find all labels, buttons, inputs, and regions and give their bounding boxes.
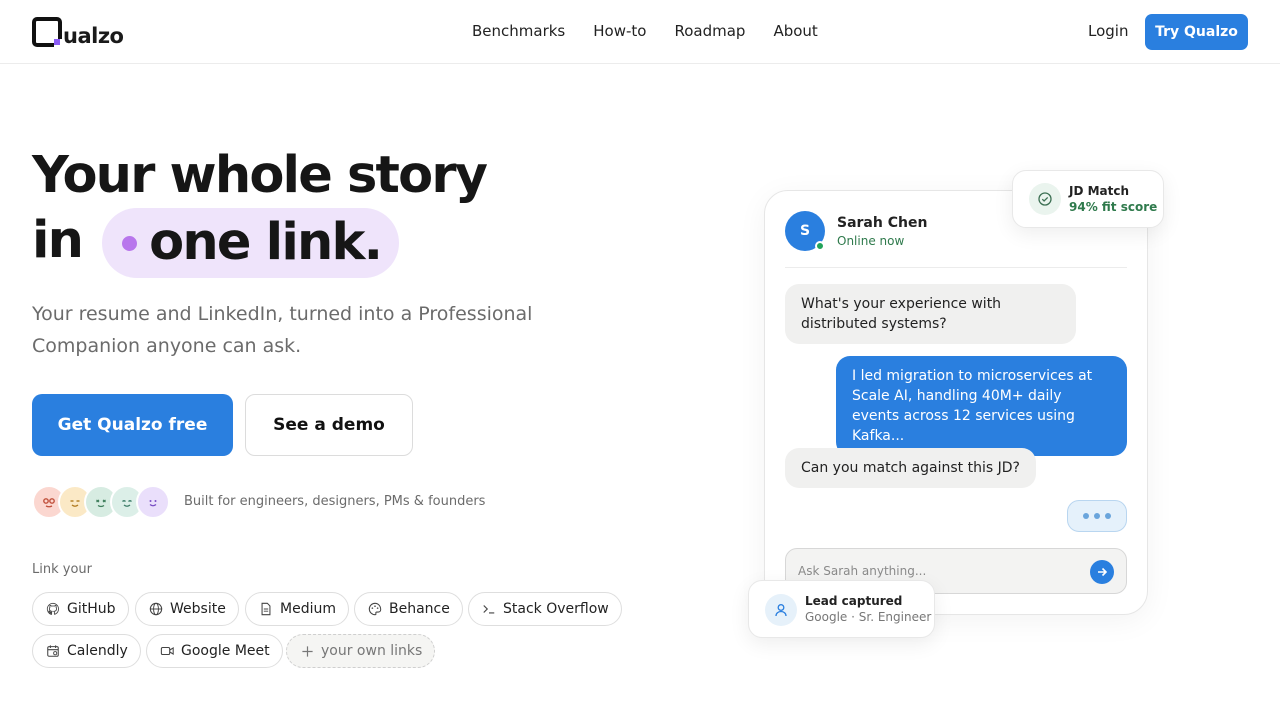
face-icon <box>70 500 80 507</box>
highlight-pill: one link. <box>102 208 400 278</box>
hero-title-line2: in one link. <box>32 208 486 278</box>
get-qualzo-free-button[interactable]: Get Qualzo free <box>32 394 233 456</box>
chip-stack-overflow[interactable]: Stack Overflow <box>468 592 622 626</box>
jd-match-title: JD Match <box>1069 184 1130 198</box>
qualzo-logo[interactable]: ualzo <box>32 16 124 48</box>
hero-title-highlight: one link. <box>149 213 383 272</box>
chat-header-divider <box>785 267 1127 268</box>
nav-link-roadmap[interactable]: Roadmap <box>674 22 745 40</box>
chat-message-visitor: What's your experience with distributed … <box>785 284 1076 344</box>
nav-links: Benchmarks How-to Roadmap About <box>472 22 818 40</box>
see-demo-button[interactable]: See a demo <box>245 394 413 456</box>
chip-your-own-links[interactable]: your own links <box>286 634 436 668</box>
avatar <box>136 485 170 519</box>
chip-label: Google Meet <box>181 643 270 659</box>
logo-mark-icon <box>32 17 63 48</box>
jd-match-badge: JD Match 94% fit score <box>1012 170 1164 228</box>
check-circle-icon <box>1029 183 1061 215</box>
lead-captured-title: Lead captured <box>805 594 903 608</box>
chip-label: Website <box>170 601 226 617</box>
github-icon <box>45 601 61 617</box>
face-icon <box>122 500 132 507</box>
lead-captured-badge: Lead captured Google · Sr. Engineer <box>748 580 935 638</box>
document-icon <box>258 601 274 617</box>
highlight-dot-icon <box>122 235 138 251</box>
chip-medium[interactable]: Medium <box>245 592 349 626</box>
typing-indicator <box>1067 500 1127 532</box>
face-icon <box>43 498 55 508</box>
link-your-label: Link your <box>32 562 92 577</box>
chip-website[interactable]: Website <box>135 592 239 626</box>
terminal-icon <box>481 601 497 617</box>
calendar-icon <box>45 643 61 659</box>
chip-behance[interactable]: Behance <box>354 592 463 626</box>
jd-match-score: 94% fit score <box>1069 200 1158 214</box>
video-icon <box>159 643 175 659</box>
chip-label: GitHub <box>67 601 116 617</box>
chip-label: Stack Overflow <box>503 601 609 617</box>
hero-title-line1: Your whole story <box>32 146 488 205</box>
online-status-dot <box>815 241 825 251</box>
try-qualzo-button[interactable]: Try Qualzo <box>1145 14 1248 50</box>
globe-icon <box>148 601 164 617</box>
user-icon <box>765 594 797 626</box>
hero-subtitle: Your resume and LinkedIn, turned into a … <box>32 303 533 357</box>
arrow-right-icon <box>1098 567 1108 577</box>
hero-title-in: in <box>32 211 84 270</box>
nav-link-how-to[interactable]: How-to <box>593 22 646 40</box>
chip-label: Medium <box>280 601 336 617</box>
top-navbar: ualzo Benchmarks How-to Roadmap About Lo… <box>0 0 1280 64</box>
chat-message-visitor: Can you match against this JD? <box>785 448 1036 488</box>
hero-title: Your whole story in one link. <box>32 144 488 278</box>
face-icon <box>96 499 106 508</box>
chat-contact-status: Online now <box>837 234 905 248</box>
chip-label: Behance <box>389 601 450 617</box>
chat-message-companion: I led migration to microservices at Scal… <box>836 356 1127 456</box>
palette-icon <box>367 601 383 617</box>
chip-calendly[interactable]: Calendly <box>32 634 141 668</box>
logo-wordmark: ualzo <box>63 24 124 48</box>
chip-google-meet[interactable]: Google Meet <box>146 634 283 668</box>
audience-text: Built for engineers, designers, PMs & fo… <box>184 494 486 509</box>
send-button[interactable] <box>1090 560 1114 584</box>
nav-link-about[interactable]: About <box>773 22 817 40</box>
login-link[interactable]: Login <box>1088 22 1128 40</box>
chat-contact-name: Sarah Chen <box>837 215 928 231</box>
audience-avatars <box>32 485 170 519</box>
chip-github[interactable]: GitHub <box>32 592 129 626</box>
chip-label: your own links <box>321 643 423 659</box>
lead-captured-subtitle: Google · Sr. Engineer <box>805 610 932 624</box>
nav-link-benchmarks[interactable]: Benchmarks <box>472 22 565 40</box>
plus-icon <box>299 643 315 659</box>
face-icon <box>149 500 157 507</box>
chip-label: Calendly <box>67 643 128 659</box>
